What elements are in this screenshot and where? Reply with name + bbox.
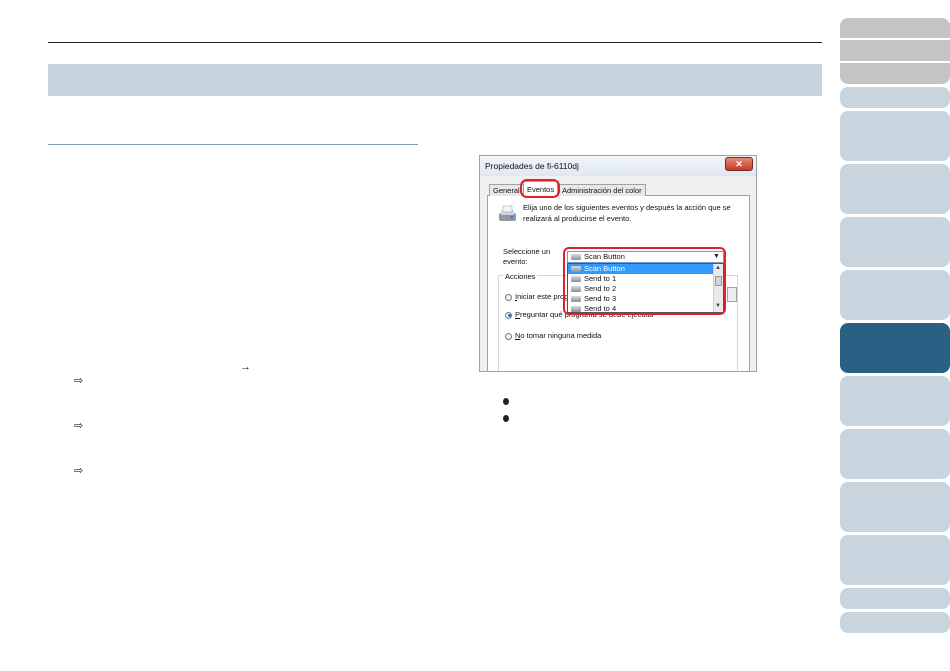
select-event-label: Seleccione un evento: <box>503 247 551 266</box>
side-tab-4[interactable] <box>840 87 950 108</box>
side-tab-5[interactable] <box>840 111 950 161</box>
side-tab-11[interactable] <box>840 429 950 479</box>
arrow-right-icon: → <box>240 361 251 373</box>
highlight-eventos-tab <box>520 179 560 198</box>
scanner-icon <box>499 205 516 221</box>
browse-button[interactable] <box>727 287 737 302</box>
hollow-arrow-icon: ⇨ <box>74 375 84 387</box>
dialog-title: Propiedades de fi-6110dj <box>485 161 579 171</box>
side-tab-12[interactable] <box>840 482 950 532</box>
properties-dialog: Propiedades de fi-6110dj ✕ General Event… <box>479 155 757 372</box>
side-tab-8[interactable] <box>840 270 950 320</box>
top-rule <box>48 42 822 43</box>
side-tab-2[interactable] <box>840 40 950 61</box>
bullet-icon <box>503 398 509 405</box>
bullet-icon <box>503 415 509 422</box>
action-no-action[interactable]: No tomar ninguna medida <box>505 331 601 340</box>
side-tab-active[interactable] <box>840 323 950 373</box>
action-start-program[interactable]: Iniciar este prog <box>505 292 568 301</box>
side-tab-7[interactable] <box>840 217 950 267</box>
radio-button[interactable] <box>505 293 512 301</box>
actions-group-label: Acciones <box>503 272 538 281</box>
side-tab-14[interactable] <box>840 588 950 609</box>
highlight-event-dropdown <box>563 247 726 315</box>
side-tab-1[interactable] <box>840 18 950 38</box>
hollow-arrow-icon: ⇨ <box>74 420 84 432</box>
dialog-titlebar: Propiedades de fi-6110dj ✕ <box>480 156 756 176</box>
chapter-title-band <box>48 64 822 96</box>
radio-button[interactable] <box>505 311 512 319</box>
section-divider <box>48 144 418 145</box>
side-tab-10[interactable] <box>840 376 950 426</box>
hollow-arrow-icon: ⇨ <box>74 465 84 477</box>
side-tab-3[interactable] <box>840 63 950 84</box>
close-icon[interactable]: ✕ <box>725 157 753 171</box>
radio-button[interactable] <box>505 332 512 340</box>
tab-color-management[interactable]: Administración del color <box>558 184 646 196</box>
tab-general[interactable]: General <box>489 184 524 196</box>
event-description: Elija uno de los siguientes eventos y de… <box>523 203 731 223</box>
side-tab-13[interactable] <box>840 535 950 585</box>
side-tab-15[interactable] <box>840 612 950 633</box>
side-tab-6[interactable] <box>840 164 950 214</box>
